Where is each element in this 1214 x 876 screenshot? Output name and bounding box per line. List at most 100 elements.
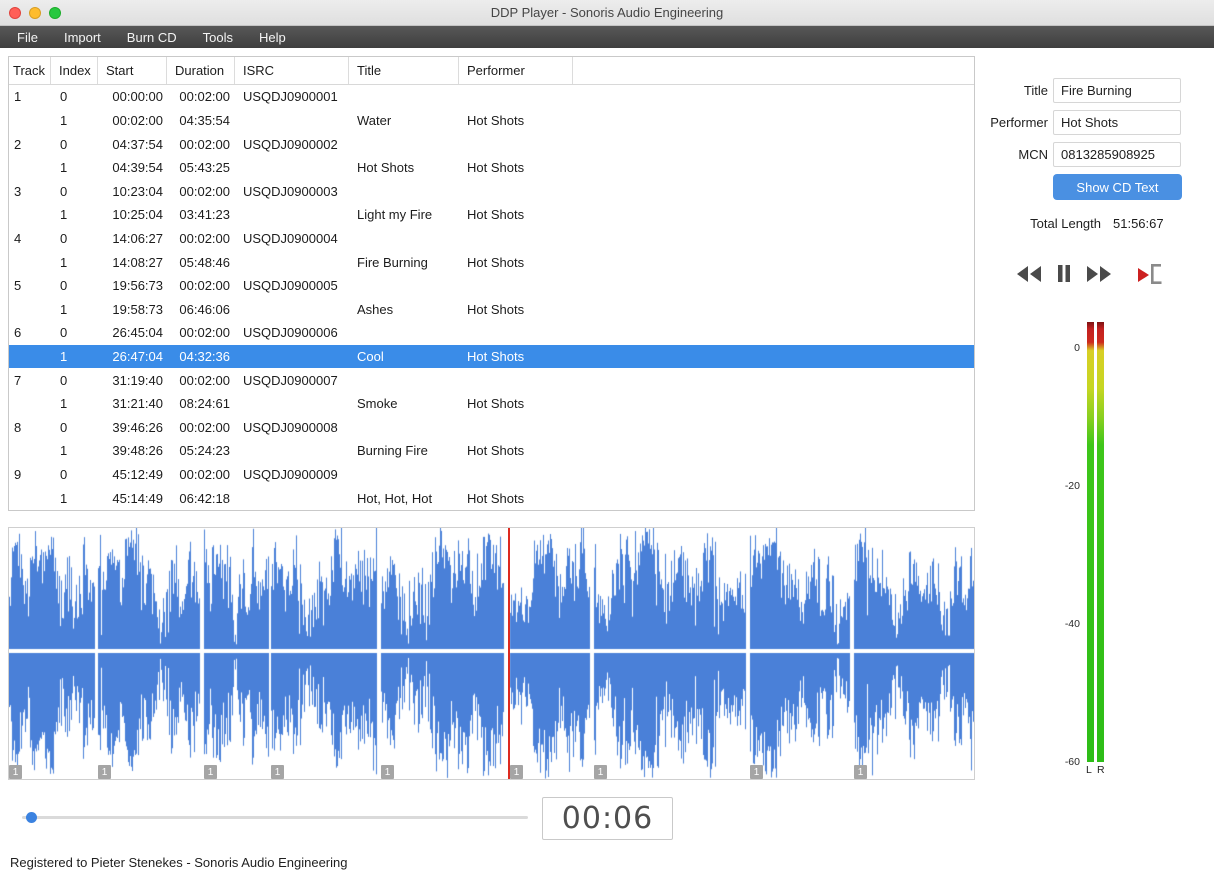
table-row[interactable]: 1 19:58:73 06:46:06 Ashes Hot Shots — [9, 297, 974, 321]
level-meter-left — [1087, 322, 1094, 762]
menu-item-help[interactable]: Help — [246, 26, 299, 48]
meter-tick: -20 — [1064, 480, 1080, 492]
table-row[interactable]: 6 0 26:45:04 00:02:00 USQDJ0900006 — [9, 321, 974, 345]
play-marker-icon — [1136, 262, 1164, 289]
table-row[interactable]: 2 0 04:37:54 00:02:00 USQDJ0900002 — [9, 132, 974, 156]
cell-isrc: USQDJ0900007 — [243, 372, 338, 388]
performer-field-label: Performer — [990, 115, 1048, 130]
time-display: 00:06 — [542, 797, 673, 840]
cell-track: 5 — [14, 278, 22, 294]
waveform-canvas[interactable] — [9, 528, 974, 779]
column-header-index[interactable]: Index — [51, 57, 98, 84]
cell-track: 8 — [14, 419, 22, 435]
table-row[interactable]: 1 26:47:04 04:32:36 Cool Hot Shots — [9, 344, 974, 369]
column-header-duration[interactable]: Duration — [167, 57, 235, 84]
table-row[interactable]: 8 0 39:46:26 00:02:00 USQDJ0900008 — [9, 416, 974, 440]
cell-isrc: USQDJ0900005 — [243, 278, 338, 294]
cell-index: 1 — [60, 443, 68, 459]
seek-track[interactable] — [22, 816, 528, 819]
cell-track: 2 — [14, 136, 22, 152]
table-row[interactable]: 1 31:21:40 08:24:61 Smoke Hot Shots — [9, 392, 974, 416]
track-index-marker[interactable]: 1 — [271, 765, 284, 779]
cell-duration: 00:02:00 — [179, 278, 230, 294]
cell-isrc: USQDJ0900003 — [243, 183, 338, 199]
cell-start: 04:37:54 — [112, 136, 163, 152]
cell-duration: 03:41:23 — [179, 207, 230, 223]
cell-duration: 00:02:00 — [179, 183, 230, 199]
pause-button[interactable] — [1057, 264, 1071, 286]
minimize-window-button[interactable] — [29, 7, 41, 19]
seek-thumb[interactable] — [26, 812, 37, 823]
track-index-marker[interactable]: 1 — [9, 765, 22, 779]
cell-performer: Hot Shots — [467, 443, 525, 459]
table-row[interactable]: 1 39:48:26 05:24:23 Burning Fire Hot Shots — [9, 439, 974, 463]
cell-title: Cool — [357, 349, 384, 364]
performer-field[interactable] — [1053, 110, 1181, 135]
column-header-title[interactable]: Title — [349, 57, 459, 84]
menu-item-file[interactable]: File — [4, 26, 51, 48]
cell-start: 19:56:73 — [112, 278, 163, 294]
menu-item-burn-cd[interactable]: Burn CD — [114, 26, 190, 48]
table-row[interactable]: 1 0 00:00:00 00:02:00 USQDJ0900001 — [9, 85, 974, 109]
cell-performer: Hot Shots — [467, 112, 525, 128]
table-row[interactable]: 1 10:25:04 03:41:23 Light my Fire Hot Shots — [9, 203, 974, 227]
cell-title: Ashes — [357, 301, 394, 317]
seek-slider[interactable] — [22, 810, 528, 825]
total-length-label: Total Length — [1030, 216, 1101, 231]
table-header: Track Index Start Duration ISRC Title Performe… — [9, 57, 974, 85]
title-field[interactable] — [1053, 78, 1181, 103]
menu-item-import[interactable]: Import — [51, 26, 114, 48]
table-row[interactable]: 4 0 14:06:27 00:02:00 USQDJ0900004 — [9, 227, 974, 251]
transport-controls — [1016, 260, 1164, 290]
column-header-track[interactable]: Track — [9, 57, 51, 84]
zoom-window-button[interactable] — [49, 7, 61, 19]
menu-bar: File Import Burn CD Tools Help — [0, 26, 1214, 48]
track-index-marker[interactable]: 1 — [854, 765, 867, 779]
fast-forward-button[interactable] — [1086, 265, 1112, 286]
column-header-start[interactable]: Start — [98, 57, 167, 84]
cell-index: 0 — [60, 278, 68, 294]
show-cd-text-button[interactable]: Show CD Text — [1053, 174, 1182, 200]
cell-track: 1 — [14, 89, 22, 105]
mcn-field-label: MCN — [1018, 147, 1048, 162]
cell-start: 14:08:27 — [112, 254, 163, 270]
track-index-marker[interactable]: 1 — [594, 765, 607, 779]
table-row[interactable]: 1 14:08:27 05:48:46 Fire Burning Hot Shots — [9, 250, 974, 274]
cell-duration: 00:02:00 — [179, 372, 230, 388]
cell-title: Smoke — [357, 396, 398, 412]
track-index-marker[interactable]: 1 — [750, 765, 763, 779]
table-row[interactable]: 9 0 45:12:49 00:02:00 USQDJ0900009 — [9, 463, 974, 487]
table-row[interactable]: 1 45:14:49 06:42:18 Hot, Hot, Hot Hot Shots — [9, 486, 974, 510]
cell-index: 0 — [60, 372, 68, 388]
mcn-field[interactable] — [1053, 142, 1181, 167]
table-row[interactable]: 3 0 10:23:04 00:02:00 USQDJ0900003 — [9, 179, 974, 203]
track-index-marker[interactable]: 1 — [204, 765, 217, 779]
rewind-button[interactable] — [1016, 265, 1042, 286]
cell-isrc: USQDJ0900004 — [243, 230, 338, 246]
close-window-button[interactable] — [9, 7, 21, 19]
cell-title: Fire Burning — [357, 254, 428, 270]
playhead-cursor[interactable] — [508, 528, 510, 779]
table-row[interactable]: 7 0 31:19:40 00:02:00 USQDJ0900007 — [9, 368, 974, 392]
cell-title: Water — [357, 112, 392, 128]
cell-duration: 04:35:54 — [179, 112, 230, 128]
cell-duration: 00:02:00 — [179, 467, 230, 483]
track-index-marker[interactable]: 1 — [98, 765, 111, 779]
cell-start: 10:23:04 — [112, 183, 163, 199]
menu-item-tools[interactable]: Tools — [190, 26, 246, 48]
table-row[interactable]: 1 00:02:00 04:35:54 Water Hot Shots — [9, 109, 974, 133]
cell-start: 31:21:40 — [112, 396, 163, 412]
play-to-marker-button[interactable] — [1136, 262, 1164, 289]
cell-duration: 00:02:00 — [179, 325, 230, 341]
cell-performer: Hot Shots — [467, 396, 525, 412]
rewind-icon — [1016, 265, 1042, 286]
column-header-performer[interactable]: Performer — [459, 57, 573, 84]
track-index-marker[interactable]: 1 — [381, 765, 394, 779]
registration-status: Registered to Pieter Stenekes - Sonoris … — [10, 855, 348, 870]
table-row[interactable]: 1 04:39:54 05:43:25 Hot Shots Hot Shots — [9, 156, 974, 180]
cell-start: 39:48:26 — [112, 443, 163, 459]
column-header-isrc[interactable]: ISRC — [235, 57, 349, 84]
table-row[interactable]: 5 0 19:56:73 00:02:00 USQDJ0900005 — [9, 274, 974, 298]
track-index-marker[interactable]: 1 — [510, 765, 523, 779]
waveform-panel[interactable]: 1 1 1 1 1 1 1 1 1 — [8, 527, 975, 780]
